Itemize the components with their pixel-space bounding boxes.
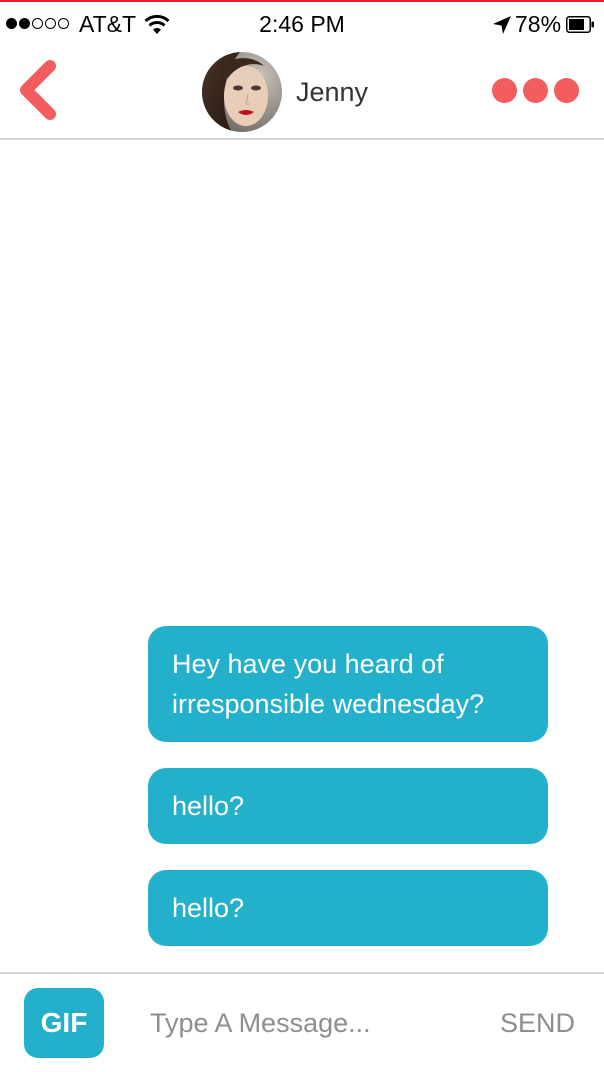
battery-percentage: 78% [515, 11, 562, 37]
more-options-button[interactable] [492, 78, 579, 103]
more-dots-icon [554, 78, 579, 103]
message-bubble[interactable]: hello? [148, 768, 548, 844]
message-bubble[interactable]: hello? [148, 870, 548, 946]
location-arrow-icon [493, 16, 511, 34]
more-dots-icon [523, 78, 548, 103]
clock-time: 2:46 PM [259, 11, 345, 37]
contact-name[interactable]: Jenny [296, 76, 368, 108]
status-bar: AT&T 2:46 PM 78% [0, 4, 604, 42]
gif-button[interactable]: GIF [24, 988, 104, 1058]
send-button[interactable]: SEND [500, 1007, 575, 1039]
battery-icon [566, 16, 594, 33]
message-input[interactable] [150, 1000, 470, 1046]
chat-header: Jenny [0, 42, 604, 140]
app-frame: AT&T 2:46 PM 78% Jenny Hey have you hear… [0, 0, 604, 1072]
avatar-photo [202, 52, 282, 132]
message-list[interactable]: Hey have you heard of irresponsible wedn… [0, 140, 604, 972]
chevron-left-icon [20, 60, 56, 120]
back-button[interactable] [14, 58, 64, 122]
contact-avatar[interactable] [202, 52, 282, 132]
message-composer: GIF SEND [0, 972, 604, 1072]
more-dots-icon [492, 78, 517, 103]
message-bubble[interactable]: Hey have you heard of irresponsible wedn… [148, 626, 548, 742]
